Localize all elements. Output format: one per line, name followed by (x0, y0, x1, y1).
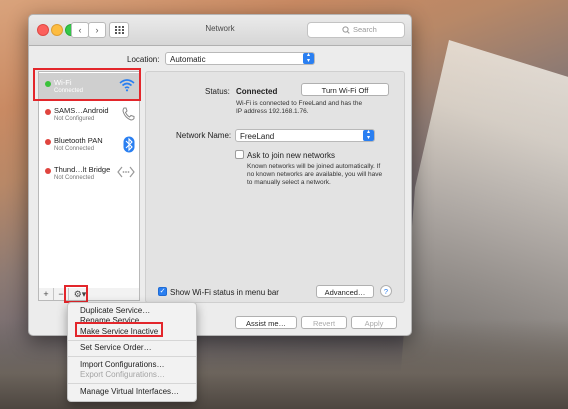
service-status: Not Configured (54, 116, 95, 122)
apply-button[interactable]: Apply (351, 316, 397, 329)
status-value: Connected (236, 87, 278, 96)
service-item-thunderbolt-bridge[interactable]: Thund…lt Bridge Not Connected (39, 160, 139, 188)
status-description-line2: IP address 192.168.1.76. (236, 108, 309, 115)
network-name-select[interactable]: FreeLand ▴ ▾ (235, 129, 375, 142)
menu-item-export-configurations: Export Configurations… (80, 370, 165, 379)
menu-item-duplicate-service[interactable]: Duplicate Service… (80, 306, 150, 315)
gear-button-highlight (64, 285, 88, 303)
network-name-label: Network Name: (176, 131, 232, 140)
search-field[interactable]: Search (307, 22, 405, 38)
status-dot (45, 168, 51, 174)
status-label: Status: (205, 87, 230, 96)
show-wifi-status-checkbox[interactable]: ✓ (158, 287, 167, 296)
service-status: Not Connected (54, 146, 95, 152)
menu-item-import-configurations[interactable]: Import Configurations… (80, 360, 164, 369)
menu-item-manage-virtual-interfaces[interactable]: Manage Virtual Interfaces… (80, 387, 179, 396)
service-name: Thund…lt Bridge (54, 165, 111, 174)
menu-item-set-service-order[interactable]: Set Service Order… (80, 343, 152, 352)
wifi-service-highlight (33, 68, 141, 101)
search-icon (342, 23, 350, 42)
checkmark-icon: ✓ (159, 288, 166, 295)
status-dot (45, 109, 51, 115)
network-name-value: FreeLand (240, 132, 275, 141)
service-toolbar: + − ⚙▾ (38, 288, 140, 301)
ask-join-label: Ask to join new networks (247, 151, 336, 160)
location-value: Automatic (170, 55, 206, 64)
add-service-button[interactable]: + (39, 288, 54, 300)
service-name: Bluetooth PAN (54, 136, 103, 145)
gear-context-menu: Duplicate Service… Rename Service… Make … (67, 302, 197, 402)
thunderbolt-bridge-icon (117, 165, 135, 181)
wifi-detail-pane: Status: Connected Turn Wi-Fi Off Wi-Fi i… (145, 71, 405, 303)
assist-me-button[interactable]: Assist me… (235, 316, 297, 329)
service-name: SAMS…Android (54, 106, 109, 115)
advanced-button[interactable]: Advanced… (316, 285, 374, 298)
menu-separator (68, 356, 196, 357)
make-inactive-highlight (75, 322, 163, 337)
search-placeholder: Search (353, 25, 377, 34)
updown-arrows-icon: ▴ ▾ (303, 52, 314, 64)
menu-separator (68, 383, 196, 384)
title-bar: ‹ › Network Search (29, 15, 411, 46)
updown-arrows-icon: ▴ ▾ (363, 129, 374, 141)
help-button[interactable]: ? (380, 285, 392, 297)
ask-join-checkbox[interactable] (235, 150, 244, 159)
phone-icon (121, 106, 135, 124)
menu-separator (68, 340, 196, 341)
ask-join-description-line3: to manually select a network. (247, 179, 331, 186)
service-status: Not Connected (54, 175, 95, 181)
service-list: Wi-Fi Connected SAMS…Android Not Configu… (38, 71, 140, 290)
service-item-bluetooth-pan[interactable]: Bluetooth PAN Not Connected (39, 131, 139, 159)
bluetooth-icon (123, 136, 135, 155)
status-dot (45, 139, 51, 145)
location-label: Location: (127, 55, 160, 64)
service-item-android[interactable]: SAMS…Android Not Configured (39, 101, 139, 129)
show-wifi-status-label: Show Wi-Fi status in menu bar (170, 288, 279, 297)
revert-button[interactable]: Revert (301, 316, 347, 329)
turn-wifi-off-button[interactable]: Turn Wi-Fi Off (301, 83, 389, 96)
location-select[interactable]: Automatic ▴ ▾ (165, 52, 315, 65)
